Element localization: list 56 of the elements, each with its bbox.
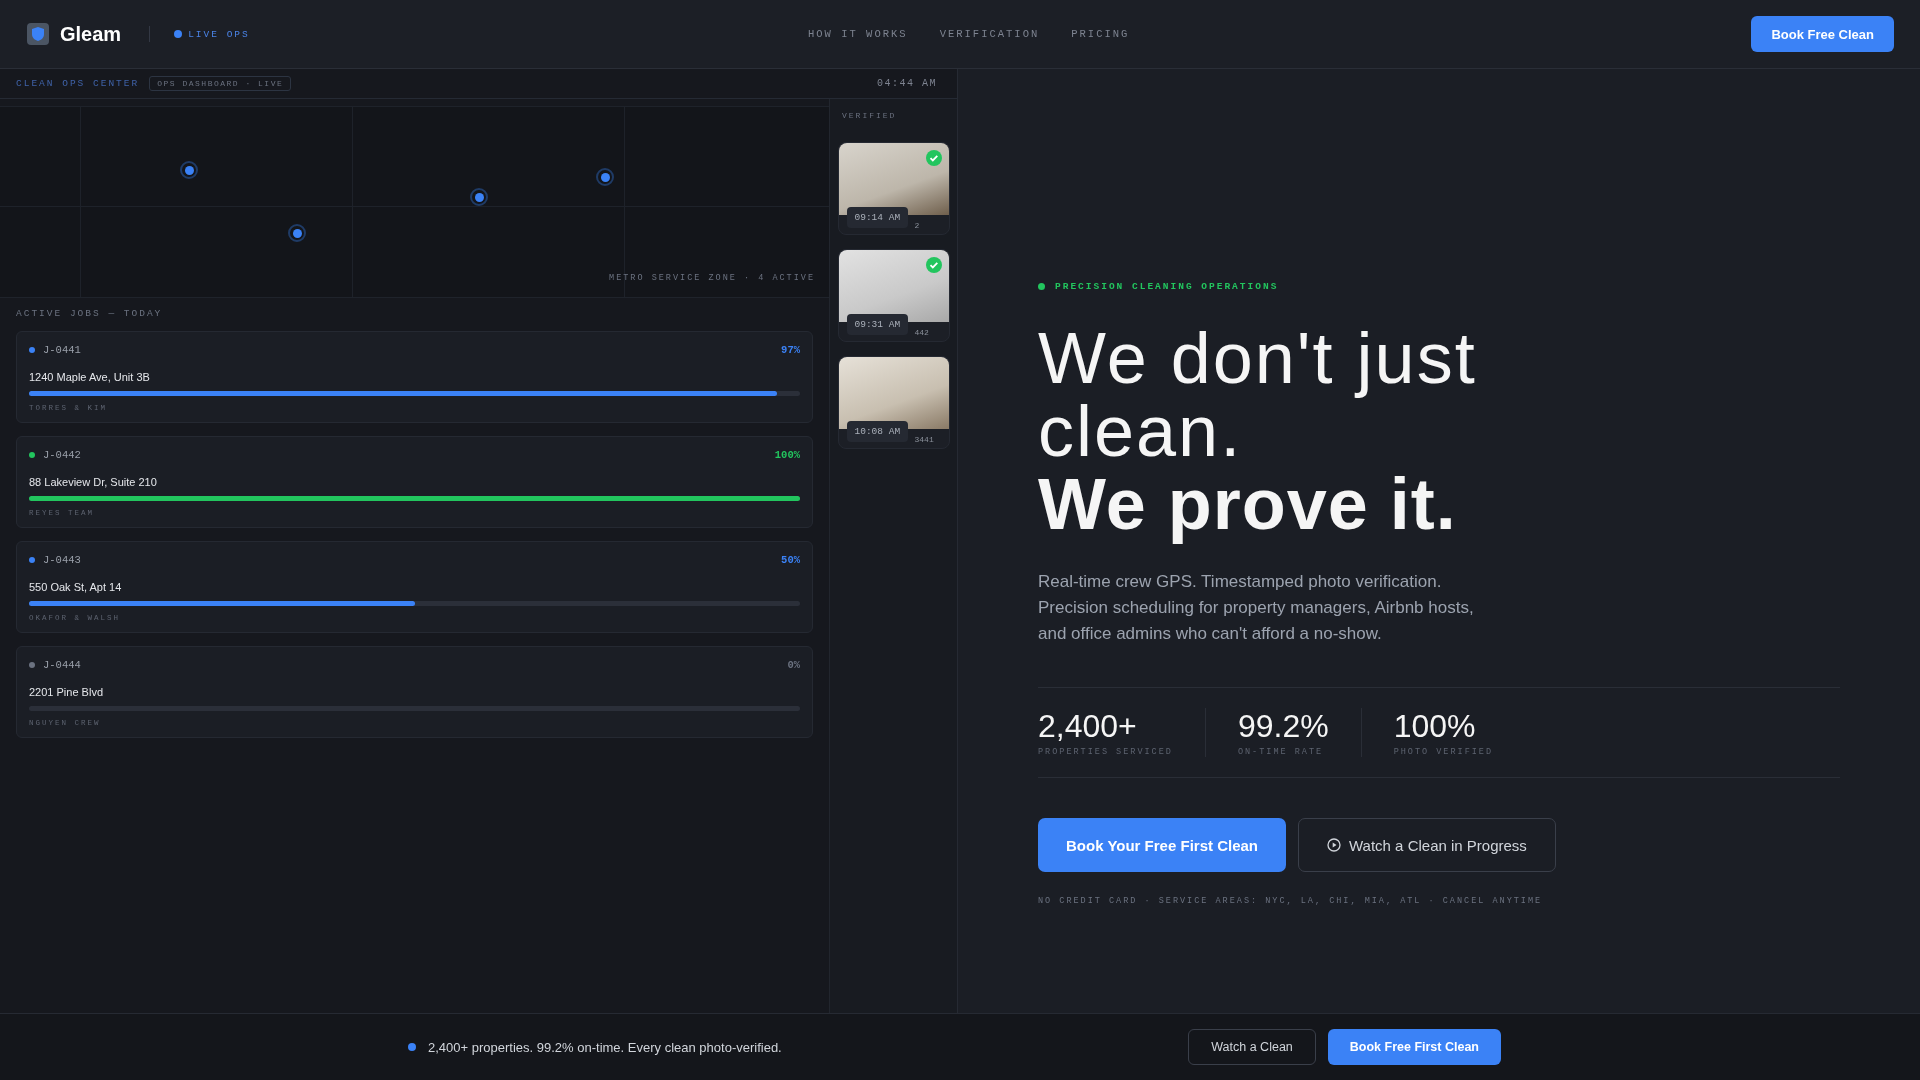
photo-card[interactable]: 3441 10:08 AM	[837, 356, 950, 449]
live-ops-label: LIVE OPS	[188, 28, 250, 40]
nav-link[interactable]: PRICING	[1071, 28, 1130, 40]
timestamp-badge: 09:14 AM	[846, 207, 909, 228]
book-first-clean-button[interactable]: Book Free First Clean	[1327, 1029, 1501, 1065]
eyebrow-label: PRECISION CLEANING OPERATIONS	[1055, 281, 1279, 292]
job-address: 1240 Maple Ave, Unit 3B	[29, 371, 151, 383]
bar-message: 2,400+ properties. 99.2% on-time. Every clean photo-verified.	[428, 1039, 782, 1055]
timestamp-badge: 10:08 AM	[846, 421, 909, 442]
job-address: 2201 Pine Blvd	[29, 686, 104, 698]
job-id: J-0444	[43, 659, 82, 671]
dashboard-badge: OPS DASHBOARD · LIVE	[149, 76, 292, 91]
dashboard-title: CLEAN OPS CENTER	[16, 78, 140, 89]
clock-time: 04:44 AM	[877, 78, 937, 89]
photo-caption: 2	[914, 221, 920, 230]
brand-name[interactable]: Gleam	[60, 22, 122, 46]
map-caption: METRO SERVICE ZONE · 4 ACTIVE	[609, 273, 815, 283]
status-dot	[408, 1043, 416, 1051]
job-id: J-0442	[43, 449, 82, 461]
book-free-clean-button[interactable]: Book Free Clean	[1751, 16, 1894, 52]
map-pin-icon	[180, 161, 198, 179]
job-percent: 97%	[781, 344, 800, 356]
status-dot	[174, 30, 183, 38]
nav-link[interactable]: VERIFICATION	[939, 28, 1040, 40]
job-percent: 100%	[774, 449, 800, 461]
fine-print: NO CREDIT CARD · SERVICE AREAS: NYC, LA, CHI, MIA, ATL · CANCEL ANYTIME	[1038, 896, 1544, 906]
book-first-clean-button[interactable]: Book Your Free First Clean	[1038, 818, 1286, 872]
photo-caption: 442	[914, 328, 929, 337]
job-address: 88 Lakeview Dr, Suite 210	[29, 476, 158, 488]
job-address: 550 Oak St, Apt 14	[29, 581, 123, 593]
nav-link[interactable]: HOW IT WORKS	[808, 28, 908, 40]
job-id: J-0443	[43, 554, 82, 566]
hero-description: Real-time crew GPS. Timestamped photo verification. Precision scheduling for property managers, Airbnb hosts, and office admins who can't afford a no-show.	[1038, 571, 1475, 645]
map-pin-icon	[288, 224, 306, 242]
job-percent: 50%	[781, 554, 800, 566]
map-pin-icon	[470, 188, 488, 206]
job-percent: 0%	[787, 659, 800, 671]
stat-value: 2,400+	[1038, 708, 1138, 745]
stat-label: ON-TIME RATE	[1237, 747, 1325, 757]
photo-card[interactable]: 2 09:14 AM	[837, 142, 950, 235]
stat-label: PHOTO VERIFIED	[1393, 747, 1494, 757]
stat-label: PROPERTIES SERVICED	[1038, 747, 1173, 757]
stat-value: 100%	[1393, 708, 1477, 745]
watch-clean-button[interactable]: Watch a Clean	[1188, 1029, 1316, 1065]
watch-clean-button[interactable]: Watch a Clean in Progress	[1298, 818, 1556, 872]
timestamp-badge: 09:31 AM	[846, 314, 909, 335]
photo-card[interactable]: 442 09:31 AM	[837, 249, 950, 342]
photo-caption: 3441	[914, 435, 934, 444]
column-heading: VERIFIED	[841, 110, 898, 122]
status-dot	[1038, 283, 1045, 290]
map-pin-icon	[596, 168, 614, 186]
job-id: J-0441	[43, 344, 82, 356]
stat-value: 99.2%	[1237, 708, 1329, 745]
play-circle-icon	[1327, 838, 1341, 852]
shield-logo-icon	[26, 22, 50, 46]
section-heading: ACTIVE JOBS — TODAY	[15, 307, 164, 321]
